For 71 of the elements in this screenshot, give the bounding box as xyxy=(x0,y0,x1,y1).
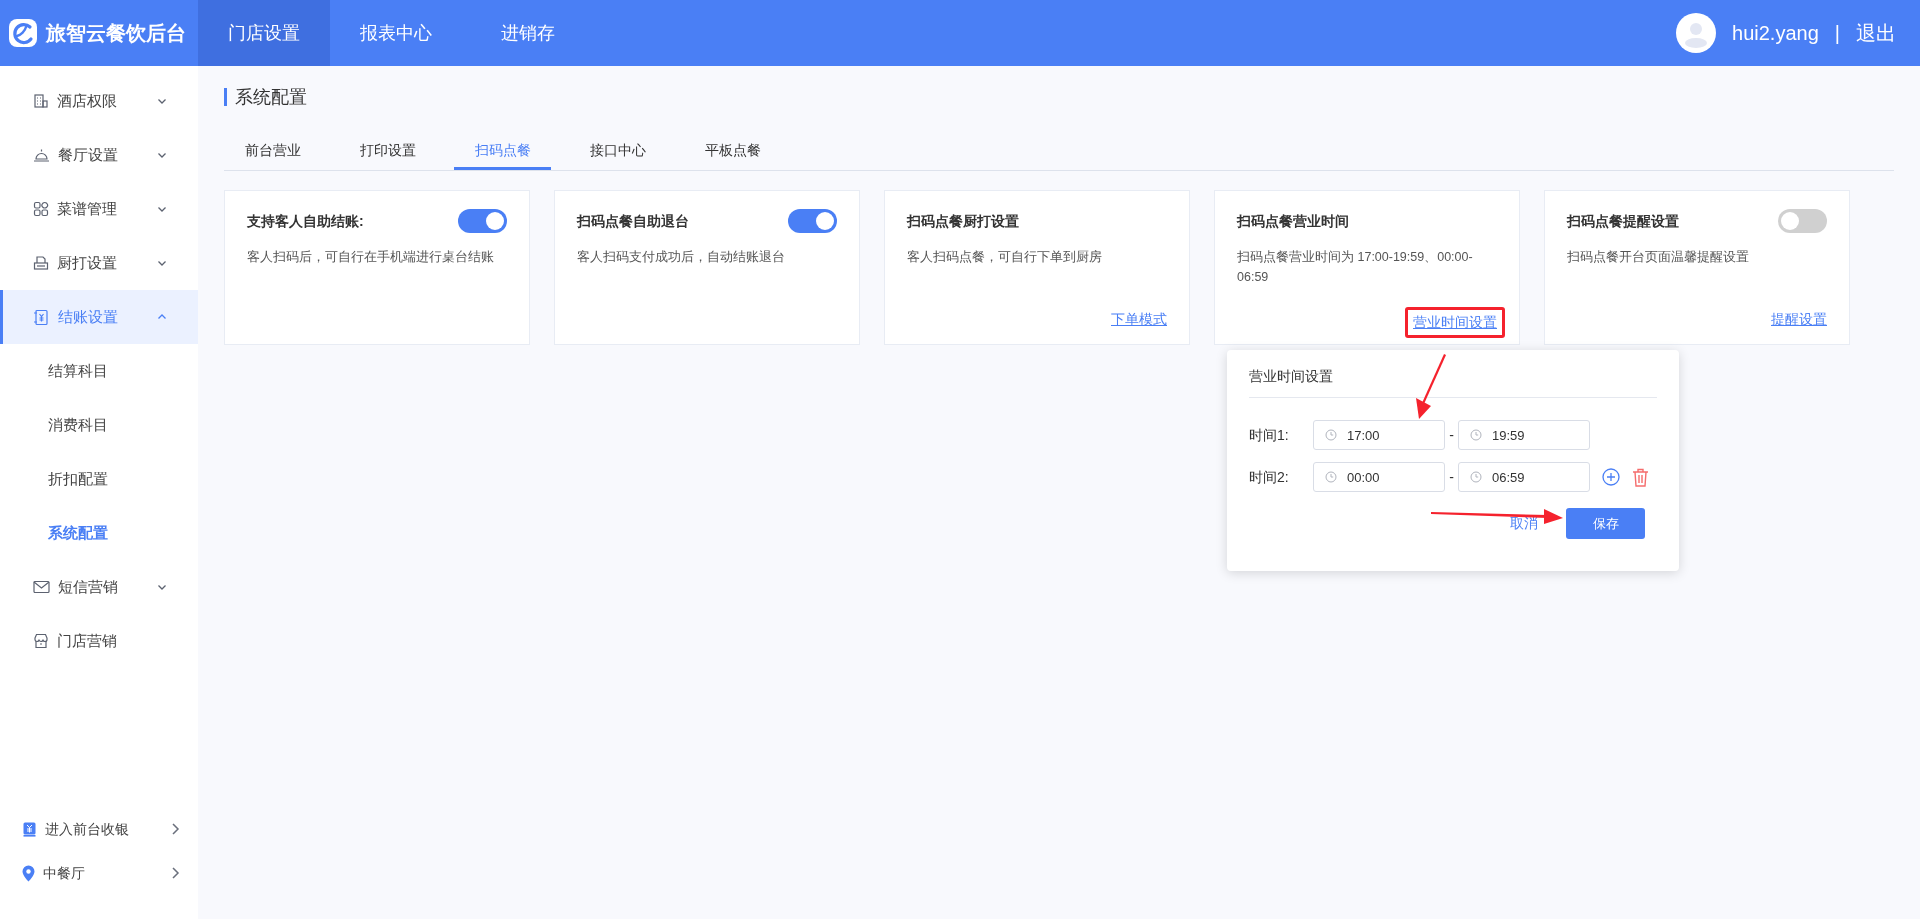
toggle-switch[interactable] xyxy=(788,209,837,233)
sidebar-item[interactable]: 门店营销 xyxy=(0,614,198,668)
card-description: 扫码点餐营业时间为 17:00-19:59、00:00-06:59 xyxy=(1237,249,1474,286)
range-separator: - xyxy=(1448,425,1455,445)
nav-tab[interactable]: 报表中心 xyxy=(330,0,462,66)
card-description: 客人扫码后，可自行在手机端进行桌台结账 xyxy=(247,249,495,266)
sidebar-item[interactable]: 酒店权限 xyxy=(0,74,198,128)
chevron-right-icon xyxy=(170,822,180,836)
card-title: 扫码点餐自助退台 xyxy=(577,211,689,231)
sidebar-item[interactable]: 短信营销 xyxy=(0,560,198,614)
store-icon xyxy=(33,633,49,649)
tab[interactable]: 前台营业 xyxy=(224,134,321,170)
chevron-right-icon xyxy=(170,866,180,880)
submenu-item[interactable]: 折扣配置 xyxy=(0,452,198,506)
add-icon[interactable] xyxy=(1602,468,1620,486)
clock-icon xyxy=(1470,471,1482,483)
card-title: 扫码点餐厨打设置 xyxy=(907,211,1019,231)
logout-link[interactable]: 退出 xyxy=(1856,18,1896,48)
card-description: 客人扫码点餐，可自行下单到厨房 xyxy=(907,249,1103,266)
toggle-switch[interactable] xyxy=(458,209,507,233)
logo-icon xyxy=(8,18,38,48)
save-button[interactable]: 保存 xyxy=(1566,508,1645,539)
field-label: 时间1: xyxy=(1249,425,1290,445)
sidebar-link[interactable]: 进入前台收银 xyxy=(0,807,198,851)
card-link[interactable]: 下单模式 xyxy=(1111,309,1167,330)
time-field[interactable]: 19:59 xyxy=(1458,420,1590,450)
user-name: hui2.yang xyxy=(1732,21,1819,46)
clock-icon xyxy=(1325,429,1337,441)
avatar-icon xyxy=(1676,13,1717,53)
cloche-icon xyxy=(33,147,50,163)
submenu-item[interactable]: 结算科目 xyxy=(0,344,198,398)
separator-text: | xyxy=(1834,21,1840,46)
card-link[interactable]: 营业时间设置 xyxy=(1413,314,1497,330)
card-link[interactable]: 提醒设置 xyxy=(1771,309,1827,330)
location-pin-icon xyxy=(22,864,35,882)
grid-icon xyxy=(33,201,49,217)
field-label: 时间2: xyxy=(1249,467,1290,487)
sidebar-item[interactable]: 餐厅设置 xyxy=(0,128,198,182)
trash-icon[interactable] xyxy=(1632,467,1649,487)
clock-icon xyxy=(1470,429,1482,441)
cashier-icon xyxy=(22,821,37,837)
nav-tab[interactable]: 门店设置 xyxy=(198,0,330,66)
card-title: 扫码点餐营业时间 xyxy=(1237,211,1349,231)
sidebar-item[interactable]: 菜谱管理 xyxy=(0,182,198,236)
submenu-item[interactable]: 系统配置 xyxy=(0,506,198,560)
building-icon xyxy=(33,93,49,109)
tab[interactable]: 打印设置 xyxy=(339,134,436,170)
toggle-switch[interactable] xyxy=(1778,209,1827,233)
sidebar-item[interactable]: 厨打设置 xyxy=(0,236,198,290)
annotation-arrow xyxy=(1416,354,1446,419)
tab[interactable]: 平板点餐 xyxy=(684,134,781,170)
time-field[interactable]: 00:00 xyxy=(1313,462,1445,492)
submenu-item[interactable]: 消费科目 xyxy=(0,398,198,452)
time-field[interactable]: 17:00 xyxy=(1313,420,1445,450)
printer-icon xyxy=(33,255,49,271)
sidebar-link[interactable]: 中餐厅 xyxy=(0,851,198,895)
nav-tab[interactable]: 进销存 xyxy=(462,0,594,66)
clock-icon xyxy=(1325,471,1337,483)
card-title: 支持客人自助结账: xyxy=(247,211,364,231)
receipt-icon xyxy=(33,308,50,326)
time-field[interactable]: 06:59 xyxy=(1458,462,1590,492)
card-title: 扫码点餐提醒设置 xyxy=(1567,211,1679,231)
page-title: 系统配置 xyxy=(224,88,1894,106)
app-title: 旅智云餐饮后台 xyxy=(46,21,186,46)
card-description: 扫码点餐开台页面温馨提醒设置 xyxy=(1567,249,1750,266)
envelope-icon xyxy=(33,580,50,594)
range-separator: - xyxy=(1448,467,1455,487)
cancel-button[interactable]: 取消 xyxy=(1504,512,1544,535)
card-description: 客人扫码支付成功后，自动结账退台 xyxy=(577,249,786,266)
tab[interactable]: 接口中心 xyxy=(569,134,666,170)
tab[interactable]: 扫码点餐 xyxy=(454,134,551,170)
